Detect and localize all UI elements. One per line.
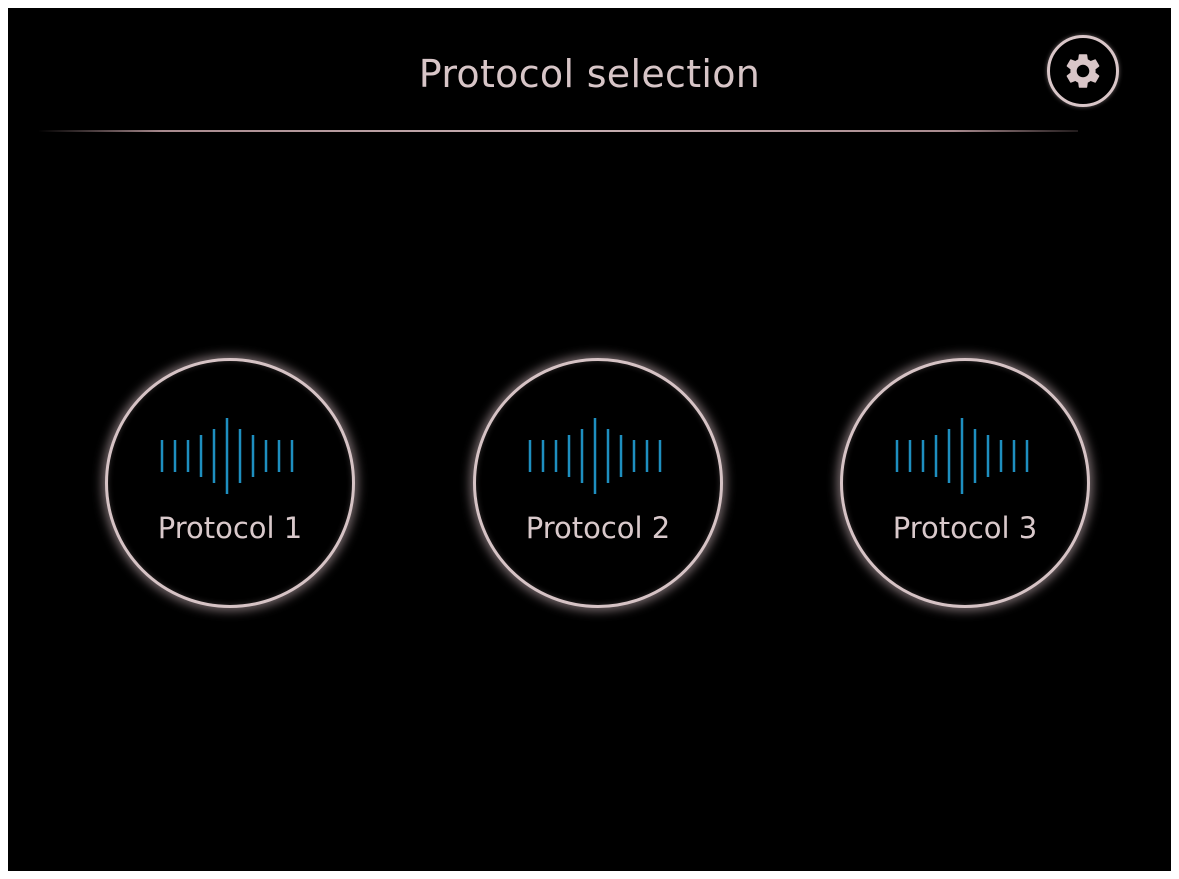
protocol-selection-screen: Protocol selection Protocol 1 Protocol 2… (8, 8, 1171, 871)
waveform-icon (895, 418, 1029, 494)
gear-icon (1066, 54, 1100, 88)
protocol-2-button[interactable]: Protocol 2 (473, 358, 723, 608)
protocol-1-button[interactable]: Protocol 1 (105, 358, 355, 608)
waveform-icon (160, 418, 294, 494)
header-divider (38, 130, 1078, 132)
waveform-icon (528, 418, 662, 494)
settings-button[interactable] (1047, 35, 1119, 107)
protocol-2-label: Protocol 2 (525, 511, 671, 545)
protocol-3-label: Protocol 3 (892, 511, 1038, 545)
page-title: Protocol selection (418, 52, 761, 96)
protocol-3-button[interactable]: Protocol 3 (840, 358, 1090, 608)
protocol-1-label: Protocol 1 (157, 511, 303, 545)
